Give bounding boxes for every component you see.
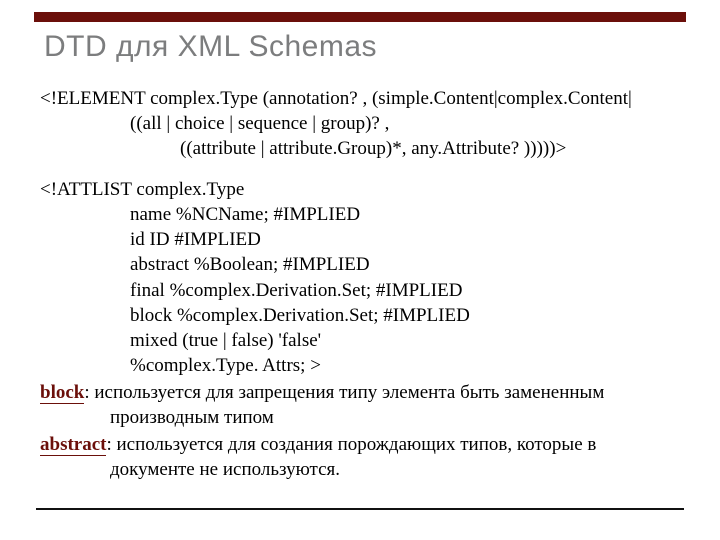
desc-abstract-line1: abstract: используется для создания поро… — [40, 432, 680, 457]
desc-abstract-line2: документе не используются. — [110, 457, 680, 482]
attlist-row: %complex.Type. Attrs; > — [130, 353, 680, 378]
slide: DTD для XML Schemas <!ELEMENT complex.Ty… — [0, 0, 720, 540]
element-declaration: <!ELEMENT complex.Type (annotation? , (s… — [40, 86, 680, 161]
description-abstract: abstract: используется для создания поро… — [40, 432, 680, 482]
attlist-row: abstract %Boolean; #IMPLIED — [130, 252, 680, 277]
attlist-open: <!ATTLIST complex.Type — [40, 177, 680, 202]
attlist-row: final %complex.Derivation.Set; #IMPLIED — [130, 278, 680, 303]
bottom-rule — [36, 508, 684, 510]
desc-block-text-1: : используется для запрещения типу элеме… — [84, 382, 604, 403]
attlist-row: mixed (true | false) 'false' — [130, 328, 680, 353]
slide-title: DTD для XML Schemas — [44, 30, 377, 64]
attlist-row: id ID #IMPLIED — [130, 227, 680, 252]
desc-abstract-text-1: : используется для создания порождающих … — [106, 434, 596, 455]
desc-block-line1: block: используется для запрещения типу … — [40, 380, 680, 405]
description-block: block: используется для запрещения типу … — [40, 380, 680, 430]
keyword-block: block — [40, 382, 84, 404]
attlist-row: block %complex.Derivation.Set; #IMPLIED — [130, 303, 680, 328]
slide-body: <!ELEMENT complex.Type (annotation? , (s… — [40, 86, 680, 482]
attlist-declaration: <!ATTLIST complex.Type name %NCName; #IM… — [40, 177, 680, 378]
element-line-2: ((all | choice | sequence | group)? , — [130, 111, 680, 136]
spacer — [40, 161, 680, 177]
element-line-1: <!ELEMENT complex.Type (annotation? , (s… — [40, 86, 680, 111]
keyword-abstract: abstract — [40, 434, 106, 456]
top-accent-bar — [34, 12, 686, 22]
desc-block-line2: производным типом — [110, 405, 680, 430]
element-line-3: ((attribute | attribute.Group)*, any.Att… — [180, 136, 680, 161]
attlist-row: name %NCName; #IMPLIED — [130, 202, 680, 227]
